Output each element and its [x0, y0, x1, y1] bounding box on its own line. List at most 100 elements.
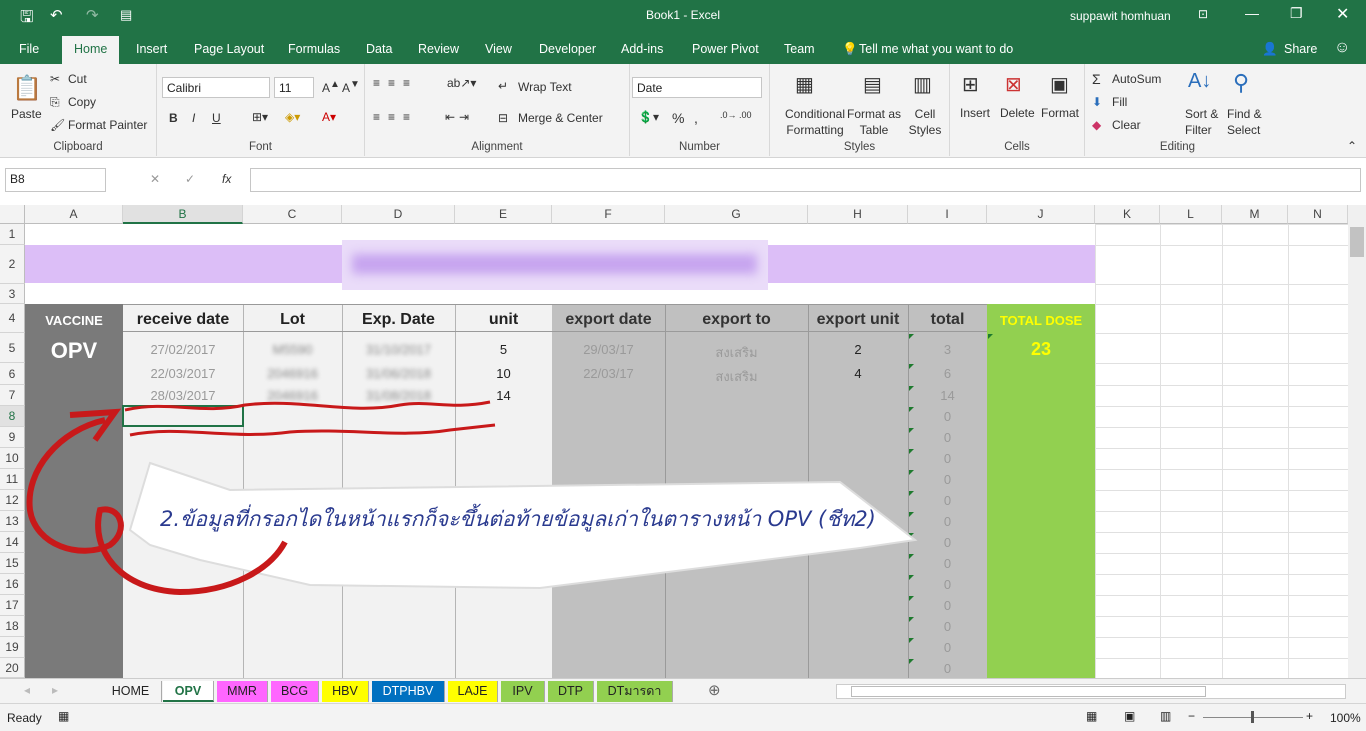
row-header-3[interactable]: 3	[0, 284, 25, 304]
tab-file[interactable]: File	[19, 42, 39, 56]
horizontal-scrollbar[interactable]	[836, 684, 1346, 699]
column-header-A[interactable]: A	[25, 205, 123, 224]
cell-total[interactable]: 6	[908, 366, 987, 381]
shrink-font-icon[interactable]: A▼	[342, 79, 360, 95]
enter-icon[interactable]: ✓	[185, 172, 195, 186]
number-format-select[interactable]: Date	[632, 77, 762, 98]
tab-home[interactable]: Home	[62, 36, 120, 64]
sheet-tab-6[interactable]: LAJE	[448, 681, 498, 702]
cell-receive[interactable]: 22/03/2017	[123, 366, 243, 381]
tab-insert[interactable]: Insert	[136, 42, 167, 56]
cell-receive[interactable]: 27/02/2017	[123, 342, 243, 357]
cell-unit[interactable]: 14	[455, 388, 552, 403]
scroll-thumb[interactable]	[1350, 227, 1364, 257]
format-cells-button[interactable]: Format	[1041, 106, 1079, 120]
column-header-F[interactable]: F	[552, 205, 665, 224]
formula-input[interactable]	[250, 168, 1361, 192]
row-header-20[interactable]: 20	[0, 658, 25, 678]
format-painter-button[interactable]: Format Painter	[68, 118, 147, 132]
cell-total[interactable]: 0	[908, 661, 987, 676]
orientation-icon[interactable]: ab↗▾	[447, 76, 476, 90]
selected-cell-b8[interactable]	[122, 405, 244, 427]
sheet-tab-0[interactable]: HOME	[100, 681, 162, 702]
column-header-J[interactable]: J	[987, 205, 1095, 224]
cell-lot[interactable]: 2046916	[243, 366, 342, 381]
tab-power-pivot[interactable]: Power Pivot	[692, 42, 759, 56]
cell-receive[interactable]: 28/03/2017	[123, 388, 243, 403]
sheet-tab-8[interactable]: DTP	[548, 681, 594, 702]
format-as-table-button[interactable]: Format as Table	[842, 106, 906, 138]
select-all-button[interactable]	[0, 205, 25, 224]
cell-total[interactable]: 0	[908, 556, 987, 571]
cell-total[interactable]: 0	[908, 472, 987, 487]
sort-filter-button[interactable]: Sort & Filter	[1185, 106, 1225, 138]
underline-button[interactable]: U	[212, 111, 221, 125]
cell-total[interactable]: 0	[908, 619, 987, 634]
tab-team[interactable]: Team	[784, 42, 815, 56]
next-sheet-icon[interactable]: ▸	[52, 683, 58, 697]
cell-total[interactable]: 0	[908, 451, 987, 466]
collapse-ribbon-icon[interactable]: ⌃	[1347, 139, 1357, 153]
vertical-align-icons[interactable]: ≡≡≡	[373, 76, 418, 90]
tab-view[interactable]: View	[485, 42, 512, 56]
page-layout-view-icon[interactable]: ▣	[1124, 709, 1135, 723]
row-header-19[interactable]: 19	[0, 637, 25, 658]
row-header-2[interactable]: 2	[0, 245, 25, 284]
cell-export-date[interactable]: 22/03/17	[552, 366, 665, 381]
row-header-4[interactable]: 4	[0, 304, 25, 333]
font-size-select[interactable]: 11	[274, 77, 314, 98]
cell-exp[interactable]: 31/08/2018	[342, 388, 455, 403]
cell-total[interactable]: 3	[908, 342, 987, 357]
cell-export-to[interactable]: สงเสริม	[665, 366, 808, 387]
sheet-tab-3[interactable]: BCG	[271, 681, 319, 702]
h-scroll-thumb[interactable]	[851, 686, 1206, 697]
ribbon-display-icon[interactable]: ⊡	[1198, 7, 1208, 21]
row-header-13[interactable]: 13	[0, 511, 25, 532]
cell-exp[interactable]: 31/06/2018	[342, 366, 455, 381]
name-box[interactable]: B8	[5, 168, 106, 192]
insert-function-button[interactable]: fx	[222, 172, 231, 186]
row-header-6[interactable]: 6	[0, 363, 25, 385]
cell-total[interactable]: 0	[908, 598, 987, 613]
cell-export-unit[interactable]: 2	[808, 342, 908, 357]
minimize-button[interactable]: —	[1245, 5, 1259, 21]
cell-lot[interactable]: 2046916	[243, 388, 342, 403]
paste-icon[interactable]: 📋	[12, 74, 42, 103]
cell-total[interactable]: 14	[908, 388, 987, 403]
normal-view-icon[interactable]: ▦	[1086, 709, 1097, 723]
insert-cells-button[interactable]: Insert	[960, 106, 990, 120]
sheet-tab-9[interactable]: DTมารดา	[597, 681, 673, 702]
tab-data[interactable]: Data	[366, 42, 392, 56]
row-header-7[interactable]: 7	[0, 385, 25, 406]
sheet-tab-5[interactable]: DTPHBV	[372, 681, 445, 702]
row-header-8[interactable]: 8	[0, 406, 25, 427]
indent-icons[interactable]: ⇤⇥	[445, 110, 473, 124]
row-header-15[interactable]: 15	[0, 553, 25, 574]
macro-record-icon[interactable]: ▦	[58, 709, 69, 723]
prev-sheet-icon[interactable]: ◂	[24, 683, 30, 697]
sheet-tab-4[interactable]: HBV	[322, 681, 369, 702]
column-header-M[interactable]: M	[1222, 205, 1288, 224]
clear-button[interactable]: Clear	[1112, 118, 1141, 132]
column-header-I[interactable]: I	[908, 205, 987, 224]
percent-button[interactable]: %	[672, 110, 684, 126]
cell-export-to[interactable]: สงเสริม	[665, 342, 808, 363]
cell-lot[interactable]: M5590	[243, 342, 342, 357]
zoom-slider-thumb[interactable]	[1251, 711, 1254, 723]
font-color-icon[interactable]: A▾	[322, 110, 336, 124]
tab-review[interactable]: Review	[418, 42, 459, 56]
share-button[interactable]: Share	[1284, 42, 1317, 56]
cell-total[interactable]: 0	[908, 514, 987, 529]
sheet-tab-2[interactable]: MMR	[217, 681, 268, 702]
cancel-icon[interactable]: ✕	[150, 172, 160, 186]
cell-unit[interactable]: 10	[455, 366, 552, 381]
smiley-icon[interactable]: ☺	[1334, 39, 1350, 57]
row-header-12[interactable]: 12	[0, 490, 25, 511]
cell-total[interactable]: 0	[908, 430, 987, 445]
close-button[interactable]: ✕	[1336, 4, 1349, 24]
column-header-E[interactable]: E	[455, 205, 552, 224]
merge-center-button[interactable]: Merge & Center	[518, 111, 603, 125]
accounting-icon[interactable]: 💲▾	[638, 110, 659, 124]
tell-me-input[interactable]: Tell me what you want to do	[859, 42, 1013, 56]
delete-cells-button[interactable]: Delete	[1000, 106, 1035, 120]
